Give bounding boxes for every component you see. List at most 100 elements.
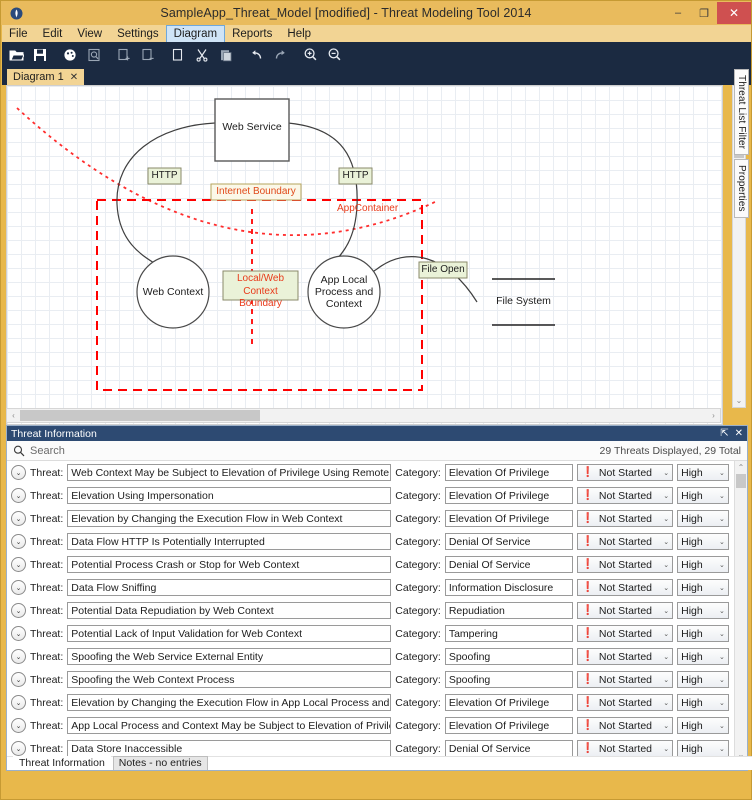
row-expander-button[interactable]: ⌄ bbox=[11, 718, 26, 733]
chevron-down-icon[interactable]: ⌄ bbox=[660, 699, 672, 707]
threat-name-field[interactable]: Elevation Using Impersonation bbox=[67, 487, 391, 504]
chevron-down-icon[interactable]: ⌄ bbox=[660, 584, 672, 592]
chevron-down-icon[interactable]: ⌄ bbox=[716, 745, 728, 753]
threat-category-field[interactable]: Denial Of Service bbox=[445, 533, 574, 550]
zoom-in-icon[interactable] bbox=[300, 45, 320, 65]
side-tab-threat-list-filter[interactable]: Threat List Filter bbox=[734, 69, 749, 155]
threat-category-field[interactable]: Elevation Of Privilege bbox=[445, 487, 574, 504]
diagram-canvas[interactable]: Web Service Web Context App Local Proces… bbox=[6, 85, 723, 425]
chevron-down-icon[interactable]: ⌄ bbox=[716, 515, 728, 523]
table-row[interactable]: ⌄Threat:Web Context May be Subject to El… bbox=[7, 461, 733, 484]
menu-item-file[interactable]: File bbox=[2, 26, 35, 42]
zoom-out-icon[interactable] bbox=[324, 45, 344, 65]
threat-state-dropdown[interactable]: ❗Not Started⌄ bbox=[577, 487, 673, 504]
pin-icon[interactable]: ⇱ bbox=[720, 428, 728, 439]
chevron-down-icon[interactable]: ⌄ bbox=[716, 561, 728, 569]
threat-name-field[interactable]: Potential Data Repudiation by Web Contex… bbox=[67, 602, 391, 619]
chevron-down-icon[interactable]: ⌄ bbox=[716, 699, 728, 707]
add-diagram-icon[interactable] bbox=[114, 45, 134, 65]
threat-name-field[interactable]: Data Flow HTTP Is Potentially Interrupte… bbox=[67, 533, 391, 550]
menu-item-settings[interactable]: Settings bbox=[110, 26, 166, 42]
tab-notes[interactable]: Notes - no entries bbox=[113, 756, 208, 770]
table-row[interactable]: ⌄Threat:Spoofing the Web Context Process… bbox=[7, 668, 733, 691]
threat-state-dropdown[interactable]: ❗Not Started⌄ bbox=[577, 625, 673, 642]
row-expander-button[interactable]: ⌄ bbox=[11, 741, 26, 756]
row-expander-button[interactable]: ⌄ bbox=[11, 488, 26, 503]
threat-category-field[interactable]: Elevation Of Privilege bbox=[445, 694, 574, 711]
horizontal-scroll-thumb[interactable] bbox=[20, 410, 260, 421]
row-expander-button[interactable]: ⌄ bbox=[11, 557, 26, 572]
threat-priority-dropdown[interactable]: High⌄ bbox=[677, 464, 729, 481]
scroll-left-icon[interactable]: ‹ bbox=[7, 411, 20, 420]
table-row[interactable]: ⌄Threat:Potential Data Repudiation by We… bbox=[7, 599, 733, 622]
table-row[interactable]: ⌄Threat:Elevation by Changing the Execut… bbox=[7, 507, 733, 530]
paste-icon[interactable] bbox=[216, 45, 236, 65]
threat-name-field[interactable]: Elevation by Changing the Execution Flow… bbox=[67, 694, 391, 711]
search-input[interactable]: Search bbox=[30, 445, 600, 457]
threat-name-field[interactable]: Data Store Inaccessible bbox=[67, 740, 391, 757]
chevron-down-icon[interactable]: ⌄ bbox=[660, 722, 672, 730]
threat-category-field[interactable]: Elevation Of Privilege bbox=[445, 510, 574, 527]
threat-priority-dropdown[interactable]: High⌄ bbox=[677, 671, 729, 688]
table-row[interactable]: ⌄Threat:App Local Process and Context Ma… bbox=[7, 714, 733, 737]
chevron-down-icon[interactable]: ⌄ bbox=[716, 653, 728, 661]
chevron-down-icon[interactable]: ⌄ bbox=[716, 538, 728, 546]
threat-category-field[interactable]: Information Disclosure bbox=[445, 579, 574, 596]
chevron-down-icon[interactable]: ⌄ bbox=[660, 561, 672, 569]
table-row[interactable]: ⌄Threat:Potential Process Crash or Stop … bbox=[7, 553, 733, 576]
redo-icon[interactable] bbox=[270, 45, 290, 65]
threat-state-dropdown[interactable]: ❗Not Started⌄ bbox=[577, 533, 673, 550]
maximize-button[interactable]: ❐ bbox=[691, 2, 717, 24]
table-row[interactable]: ⌄Threat:Data Flow SniffingCategory:Infor… bbox=[7, 576, 733, 599]
chevron-down-icon[interactable]: ⌄ bbox=[716, 676, 728, 684]
chevron-down-icon[interactable]: ⌄ bbox=[716, 584, 728, 592]
threat-category-field[interactable]: Elevation Of Privilege bbox=[445, 464, 574, 481]
menu-item-help[interactable]: Help bbox=[280, 26, 318, 42]
threat-name-field[interactable]: Potential Process Crash or Stop for Web … bbox=[67, 556, 391, 573]
threat-category-field[interactable]: Elevation Of Privilege bbox=[445, 717, 574, 734]
threat-name-field[interactable]: Spoofing the Web Context Process bbox=[67, 671, 391, 688]
menu-item-reports[interactable]: Reports bbox=[225, 26, 279, 42]
chevron-down-icon[interactable]: ⌄ bbox=[660, 745, 672, 753]
threat-category-field[interactable]: Spoofing bbox=[445, 671, 574, 688]
scroll-right-icon[interactable]: › bbox=[707, 411, 720, 420]
chevron-down-icon[interactable]: ⌄ bbox=[660, 515, 672, 523]
row-expander-button[interactable]: ⌄ bbox=[11, 695, 26, 710]
row-expander-button[interactable]: ⌄ bbox=[11, 626, 26, 641]
threat-scroll-thumb[interactable] bbox=[736, 474, 746, 488]
report-icon[interactable] bbox=[84, 45, 104, 65]
undo-icon[interactable] bbox=[246, 45, 266, 65]
row-expander-button[interactable]: ⌄ bbox=[11, 672, 26, 687]
threat-state-dropdown[interactable]: ❗Not Started⌄ bbox=[577, 671, 673, 688]
row-expander-button[interactable]: ⌄ bbox=[11, 534, 26, 549]
chevron-down-icon[interactable]: ⌄ bbox=[660, 492, 672, 500]
threat-category-field[interactable]: Tampering bbox=[445, 625, 574, 642]
threat-state-dropdown[interactable]: ❗Not Started⌄ bbox=[577, 556, 673, 573]
threat-priority-dropdown[interactable]: High⌄ bbox=[677, 694, 729, 711]
threat-state-dropdown[interactable]: ❗Not Started⌄ bbox=[577, 510, 673, 527]
row-expander-button[interactable]: ⌄ bbox=[11, 580, 26, 595]
menu-item-view[interactable]: View bbox=[70, 26, 109, 42]
chevron-down-icon[interactable]: ⌄ bbox=[660, 607, 672, 615]
threat-list-scrollbar[interactable]: ⌃ ⌄ bbox=[734, 461, 747, 760]
minimize-button[interactable]: – bbox=[665, 2, 691, 24]
threat-category-field[interactable]: Spoofing bbox=[445, 648, 574, 665]
canvas-horizontal-scrollbar[interactable]: ‹ › bbox=[6, 408, 721, 423]
table-row[interactable]: ⌄Threat:Data Flow HTTP Is Potentially In… bbox=[7, 530, 733, 553]
close-icon[interactable]: ✕ bbox=[70, 72, 78, 83]
threat-priority-dropdown[interactable]: High⌄ bbox=[677, 740, 729, 757]
tab-threat-information[interactable]: Threat Information bbox=[13, 756, 111, 770]
threat-priority-dropdown[interactable]: High⌄ bbox=[677, 533, 729, 550]
threat-name-field[interactable]: Spoofing the Web Service External Entity bbox=[67, 648, 391, 665]
threat-priority-dropdown[interactable]: High⌄ bbox=[677, 625, 729, 642]
threat-state-dropdown[interactable]: ❗Not Started⌄ bbox=[577, 579, 673, 596]
scroll-up-icon[interactable]: ⌃ bbox=[735, 461, 747, 473]
threat-priority-dropdown[interactable]: High⌄ bbox=[677, 717, 729, 734]
threat-name-field[interactable]: Potential Lack of Input Validation for W… bbox=[67, 625, 391, 642]
copy-page-icon[interactable] bbox=[168, 45, 188, 65]
table-row[interactable]: ⌄Threat:Potential Lack of Input Validati… bbox=[7, 622, 733, 645]
threat-category-field[interactable]: Denial Of Service bbox=[445, 556, 574, 573]
open-icon[interactable] bbox=[6, 45, 26, 65]
row-expander-button[interactable]: ⌄ bbox=[11, 649, 26, 664]
threat-priority-dropdown[interactable]: High⌄ bbox=[677, 510, 729, 527]
